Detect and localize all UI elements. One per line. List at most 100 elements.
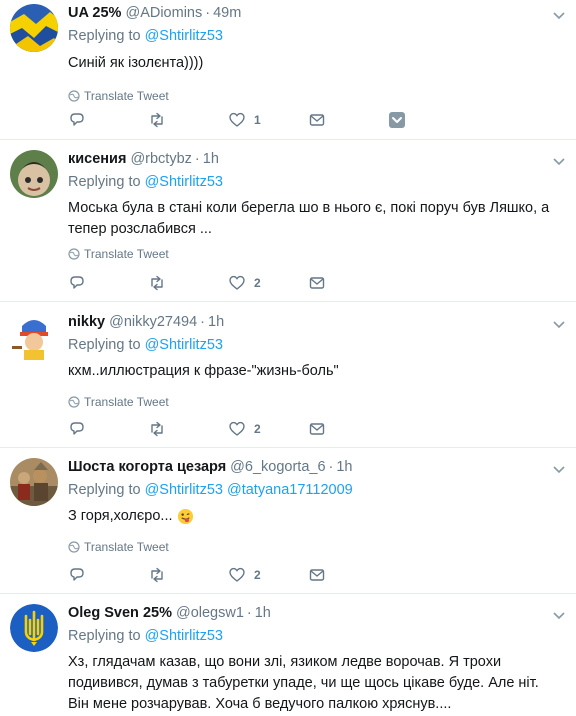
heart-icon bbox=[229, 275, 245, 290]
tweet[interactable]: UA 25% @ADiomins · 49m Replying to @Shti… bbox=[0, 0, 576, 140]
replying-label: Replying to bbox=[68, 482, 141, 498]
avatar-image bbox=[10, 150, 58, 198]
separator: · bbox=[246, 605, 252, 621]
user-handle[interactable]: @ADiomins bbox=[125, 3, 202, 23]
globe-icon bbox=[68, 248, 80, 260]
avatar[interactable] bbox=[10, 604, 58, 652]
replying-label: Replying to bbox=[68, 337, 141, 353]
dm-button[interactable] bbox=[308, 419, 388, 439]
dm-button[interactable] bbox=[308, 110, 388, 130]
retweet-icon bbox=[151, 567, 163, 583]
translate-label: Translate Tweet bbox=[84, 540, 169, 554]
dm-button[interactable] bbox=[308, 273, 388, 293]
avatar-image bbox=[10, 4, 58, 52]
translate-button[interactable]: Translate Tweet bbox=[68, 539, 566, 555]
heart-icon bbox=[229, 421, 245, 436]
tweet-header: nikky @nikky27494 · 1h bbox=[68, 312, 566, 332]
separator: · bbox=[194, 151, 200, 167]
caret-box-icon bbox=[389, 112, 405, 128]
dm-button[interactable] bbox=[308, 565, 388, 585]
avatar-image bbox=[10, 312, 58, 360]
envelope-icon bbox=[309, 423, 325, 435]
timestamp[interactable]: 1h bbox=[336, 457, 352, 477]
like-button[interactable]: 2 bbox=[228, 565, 308, 585]
display-name[interactable]: UA 25% bbox=[68, 3, 121, 23]
avatar[interactable] bbox=[10, 458, 58, 506]
separator: · bbox=[200, 314, 206, 330]
user-handle[interactable]: @rbctybz bbox=[130, 149, 191, 169]
globe-icon bbox=[68, 396, 80, 408]
mention-link[interactable]: @tatyana17112009 bbox=[227, 482, 353, 498]
avatar-image bbox=[10, 604, 58, 652]
user-handle[interactable]: @nikky27494 bbox=[109, 312, 197, 332]
tweet[interactable]: кисения @rbctybz · 1h Replying to @Shtir… bbox=[0, 140, 576, 302]
heart-icon bbox=[229, 567, 245, 582]
tweet-actions: 1 bbox=[68, 110, 488, 130]
replying-to: Replying to @Shtirlitz53 bbox=[68, 626, 566, 646]
mention-link[interactable]: @Shtirlitz53 bbox=[145, 337, 223, 353]
translate-button[interactable]: Translate Tweet bbox=[68, 88, 566, 104]
retweet-button[interactable] bbox=[148, 565, 228, 585]
like-button[interactable]: 2 bbox=[228, 419, 308, 439]
tweet[interactable]: nikky @nikky27494 · 1h Replying to @Shti… bbox=[0, 302, 576, 448]
caret-down-icon[interactable] bbox=[552, 609, 566, 623]
caret-down-icon[interactable] bbox=[552, 155, 566, 169]
like-button[interactable]: 1 bbox=[228, 110, 308, 130]
timestamp[interactable]: 1h bbox=[203, 149, 219, 169]
user-handle[interactable]: @6_kogorta_6 bbox=[230, 457, 325, 477]
user-handle[interactable]: @olegsw1 bbox=[176, 603, 244, 623]
reply-button[interactable] bbox=[68, 419, 148, 439]
display-name[interactable]: nikky bbox=[68, 312, 105, 332]
tweet-text: Синій як ізолєнта)))) bbox=[68, 55, 204, 71]
display-name[interactable]: Oleg Sven 25% bbox=[68, 603, 172, 623]
retweet-button[interactable] bbox=[148, 273, 228, 293]
like-count: 2 bbox=[254, 422, 261, 436]
tweet-header: UA 25% @ADiomins · 49m bbox=[68, 3, 566, 23]
translate-button[interactable]: Translate Tweet bbox=[68, 246, 566, 262]
mention-link[interactable]: @Shtirlitz53 bbox=[145, 482, 223, 498]
reply-icon bbox=[70, 568, 84, 581]
reply-icon bbox=[70, 113, 84, 126]
avatar[interactable] bbox=[10, 4, 58, 52]
tweet-text-content: З горя,холєро... bbox=[68, 508, 173, 524]
avatar[interactable] bbox=[10, 312, 58, 360]
mention-link[interactable]: @Shtirlitz53 bbox=[145, 628, 223, 644]
translate-button[interactable]: Translate Tweet bbox=[68, 394, 566, 410]
like-count: 1 bbox=[254, 113, 261, 127]
mention-link[interactable]: @Shtirlitz53 bbox=[145, 174, 223, 190]
caret-down-icon[interactable] bbox=[552, 9, 566, 23]
like-button[interactable]: 2 bbox=[228, 273, 308, 293]
translate-label: Translate Tweet bbox=[84, 247, 169, 261]
mention-link[interactable]: @Shtirlitz53 bbox=[145, 28, 223, 44]
tweet[interactable]: Шоста когорта цезаря @6_kogorta_6 · 1h R… bbox=[0, 448, 576, 594]
reply-icon bbox=[70, 422, 84, 435]
retweet-button[interactable] bbox=[148, 110, 228, 130]
caret-down-icon[interactable] bbox=[552, 463, 566, 477]
timestamp[interactable]: 49m bbox=[213, 3, 241, 23]
replying-label: Replying to bbox=[68, 628, 141, 644]
timestamp[interactable]: 1h bbox=[208, 312, 224, 332]
reply-button[interactable] bbox=[68, 110, 148, 130]
avatar[interactable] bbox=[10, 150, 58, 198]
retweet-icon bbox=[151, 275, 163, 291]
separator: · bbox=[328, 459, 334, 475]
retweet-icon bbox=[151, 112, 163, 128]
retweet-button[interactable] bbox=[148, 419, 228, 439]
globe-icon bbox=[68, 90, 80, 102]
reply-button[interactable] bbox=[68, 273, 148, 293]
tweet-actions: 2 bbox=[68, 273, 488, 293]
more-actions-button[interactable] bbox=[388, 110, 468, 130]
translate-label: Translate Tweet bbox=[84, 395, 169, 409]
display-name[interactable]: кисения bbox=[68, 149, 126, 169]
tweet-actions: 2 bbox=[68, 565, 488, 585]
display-name[interactable]: Шоста когорта цезаря bbox=[68, 457, 226, 477]
caret-down-icon[interactable] bbox=[552, 318, 566, 332]
replying-label: Replying to bbox=[68, 174, 141, 190]
tweet-header: Oleg Sven 25% @olegsw1 · 1h bbox=[68, 603, 566, 623]
like-count: 2 bbox=[254, 276, 261, 290]
tweet[interactable]: Oleg Sven 25% @olegsw1 · 1h Replying to … bbox=[0, 594, 576, 716]
reply-button[interactable] bbox=[68, 565, 148, 585]
timestamp[interactable]: 1h bbox=[255, 603, 271, 623]
tweet-actions: 2 bbox=[68, 419, 488, 439]
tweet-header: Шоста когорта цезаря @6_kogorta_6 · 1h bbox=[68, 457, 566, 477]
